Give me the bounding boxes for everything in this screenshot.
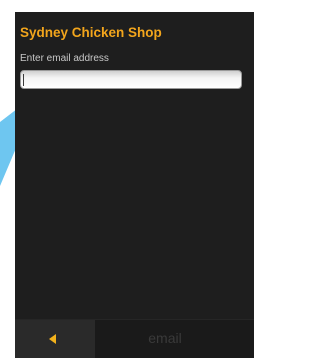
email-field-label: Enter email address [20, 53, 109, 64]
bottom-toolbar: email [15, 319, 254, 358]
email-button[interactable]: email [125, 330, 205, 346]
stage: Sydney Chicken Shop Enter email address … [0, 0, 254, 358]
text-cursor [23, 74, 24, 86]
app-screen: Sydney Chicken Shop Enter email address … [15, 12, 254, 358]
left-arrow-icon [49, 334, 56, 344]
page-title: Sydney Chicken Shop [20, 25, 162, 40]
email-field[interactable] [20, 70, 242, 89]
back-button[interactable] [15, 320, 95, 358]
